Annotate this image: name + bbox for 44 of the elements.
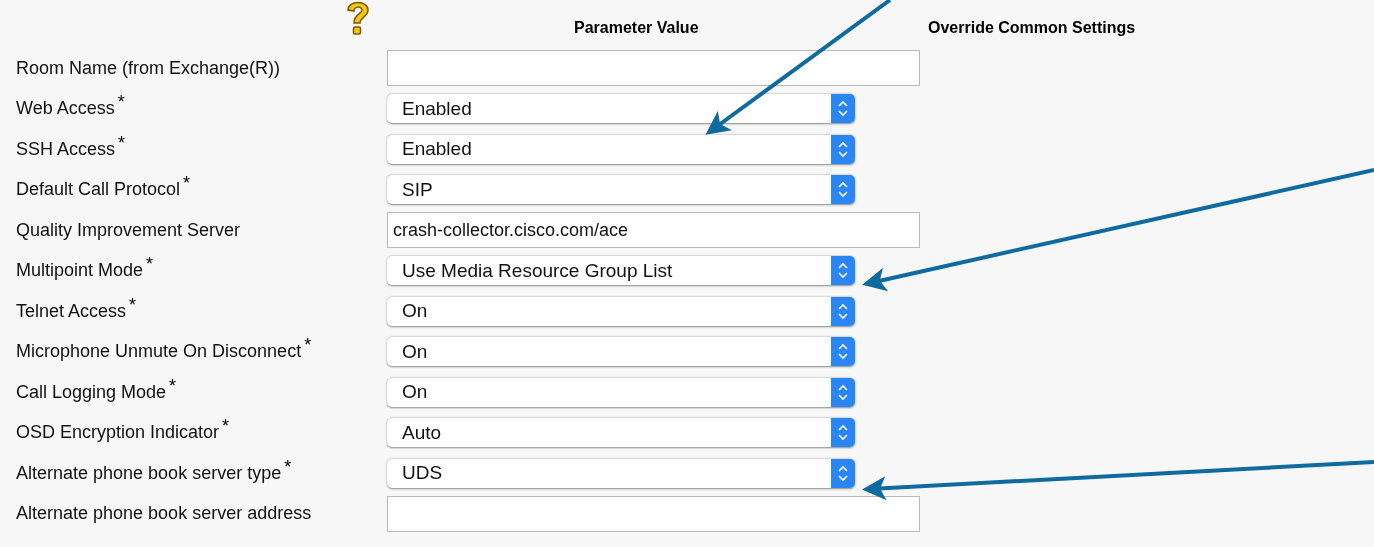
text-field[interactable]: crash-collector.cisco.com/ace: [387, 212, 920, 249]
column-header: Override Common Settings: [928, 18, 1136, 38]
field-label: Default Call Protocol: [16, 178, 181, 202]
stepper-icon: [831, 377, 855, 407]
field-label: Web Access: [16, 97, 115, 121]
field-label: SSH Access: [16, 137, 116, 161]
dropdown[interactable]: Use Media Resource Group List: [387, 256, 855, 286]
field-label: Microphone Unmute On Disconnect: [16, 340, 302, 364]
required-mark: *: [129, 293, 137, 317]
required-mark: *: [284, 455, 292, 479]
field-label: Room Name (from Exchange(R)): [16, 56, 281, 80]
required-mark: *: [222, 415, 230, 439]
stepper-icon: [831, 296, 855, 326]
dropdown[interactable]: UDS: [387, 458, 855, 488]
stepper-icon: [831, 458, 855, 488]
column-header: Parameter Value: [574, 18, 700, 38]
dropdown[interactable]: Auto: [387, 418, 855, 448]
field-label: Telnet Access: [16, 299, 127, 323]
stepper-icon: [831, 256, 855, 286]
text-field[interactable]: [387, 495, 920, 532]
text-field[interactable]: [387, 50, 920, 87]
dropdown[interactable]: Enabled: [387, 134, 855, 164]
stepper-icon: [831, 337, 855, 367]
required-mark: *: [304, 334, 312, 358]
field-label: Alternate phone book server type: [16, 461, 282, 485]
required-mark: *: [118, 131, 126, 155]
dropdown[interactable]: On: [387, 377, 855, 407]
stepper-icon: [831, 418, 855, 448]
field-label: Alternate phone book server address: [16, 502, 312, 526]
field-label: OSD Encryption Indicator: [16, 421, 220, 445]
field-label: Call Logging Mode: [16, 380, 167, 404]
field-label: Quality Improvement Server: [16, 218, 241, 242]
dropdown[interactable]: On: [387, 337, 855, 367]
stepper-icon: [831, 94, 855, 124]
required-mark: *: [117, 91, 125, 115]
required-mark: *: [183, 172, 191, 196]
required-mark: *: [169, 374, 177, 398]
dropdown[interactable]: On: [387, 296, 855, 326]
dropdown[interactable]: Enabled: [387, 94, 855, 124]
stepper-icon: [831, 134, 855, 164]
stepper-icon: [831, 175, 855, 205]
dropdown[interactable]: SIP: [387, 175, 855, 205]
required-mark: *: [146, 253, 154, 277]
field-label: Multipoint Mode: [16, 259, 144, 283]
